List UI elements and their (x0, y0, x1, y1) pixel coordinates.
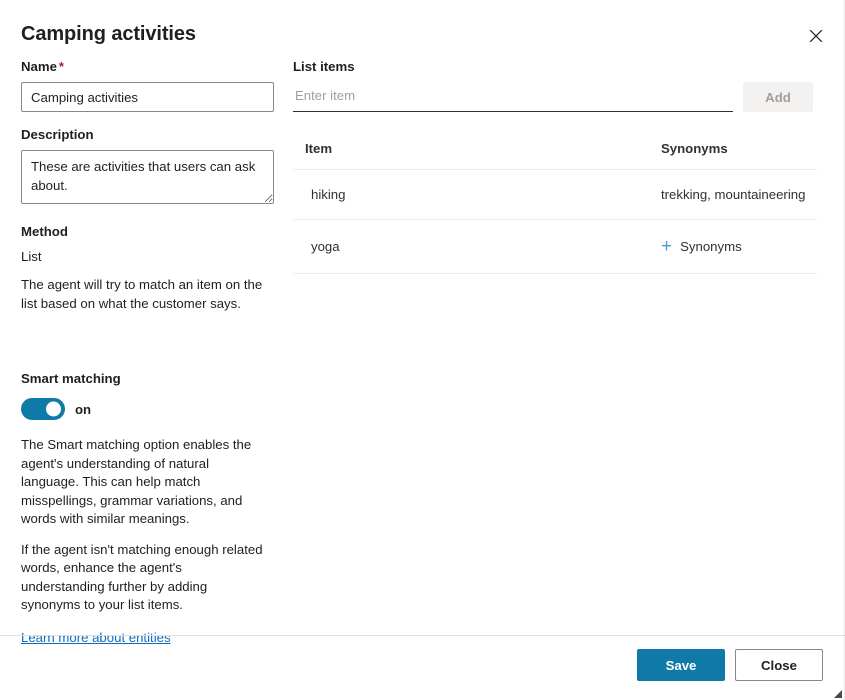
required-indicator: * (58, 59, 64, 74)
plus-icon: + (661, 236, 673, 257)
smart-matching-toggle-row: on (21, 398, 279, 420)
close-icon (809, 29, 823, 43)
smart-matching-paragraph-2: If the agent isn't matching enough relat… (21, 541, 263, 613)
close-footer-button[interactable]: Close (735, 649, 823, 681)
add-synonyms-label: Synonyms (680, 239, 742, 254)
name-field-label: Name * (21, 59, 64, 74)
description-field-label: Description (21, 127, 94, 142)
list-items-table: Item Synonyms hiking trekking, mountaine… (293, 141, 817, 274)
smart-matching-state: on (75, 401, 92, 417)
add-item-button[interactable]: Add (743, 82, 813, 112)
cell-synonyms: trekking, mountaineering (623, 169, 817, 220)
cell-item: hiking (293, 169, 623, 220)
column-header-synonyms: Synonyms (623, 141, 817, 170)
list-item-input[interactable] (293, 82, 733, 112)
cell-synonyms: + Synonyms (623, 219, 817, 274)
smart-matching-paragraph-1: The Smart matching option enables the ag… (21, 437, 252, 526)
smart-matching-toggle[interactable] (21, 398, 65, 420)
cell-item: yoga (293, 219, 623, 274)
learn-more-link[interactable]: Learn more about entities (21, 630, 171, 645)
method-field-label: Method (21, 224, 68, 239)
list-items-label: List items (293, 59, 355, 74)
method-help-text: The agent will try to match an item on t… (21, 277, 263, 311)
smart-matching-section: Smart matching on The Smart matching opt… (21, 370, 279, 647)
resize-handle[interactable] (831, 686, 843, 698)
list-item-entry-row: Add (293, 82, 817, 112)
page-title: Camping activities (21, 23, 196, 45)
table-row[interactable]: yoga + Synonyms (293, 219, 817, 274)
method-value: List (21, 249, 42, 264)
add-synonyms-button[interactable]: + Synonyms (661, 237, 742, 256)
dialog-footer: Save Close (637, 649, 823, 681)
table-header-row: Item Synonyms (293, 141, 817, 170)
close-button[interactable] (800, 20, 832, 52)
description-textarea[interactable]: These are activities that users can ask … (21, 150, 274, 204)
table-row[interactable]: hiking trekking, mountaineering (293, 169, 817, 220)
list-items-column: List items Add Item Synonyms hiking trek… (293, 58, 817, 274)
entity-editor-dialog: Camping activities Name* Description The… (0, 0, 845, 700)
name-input[interactable] (21, 82, 274, 112)
smart-matching-label: Smart matching (21, 371, 121, 386)
footer-divider (0, 635, 845, 636)
column-header-item: Item (293, 141, 623, 170)
save-button[interactable]: Save (637, 649, 725, 681)
toggle-knob-icon (46, 401, 61, 417)
entity-properties-column: Name* Description These are activities t… (21, 58, 276, 313)
